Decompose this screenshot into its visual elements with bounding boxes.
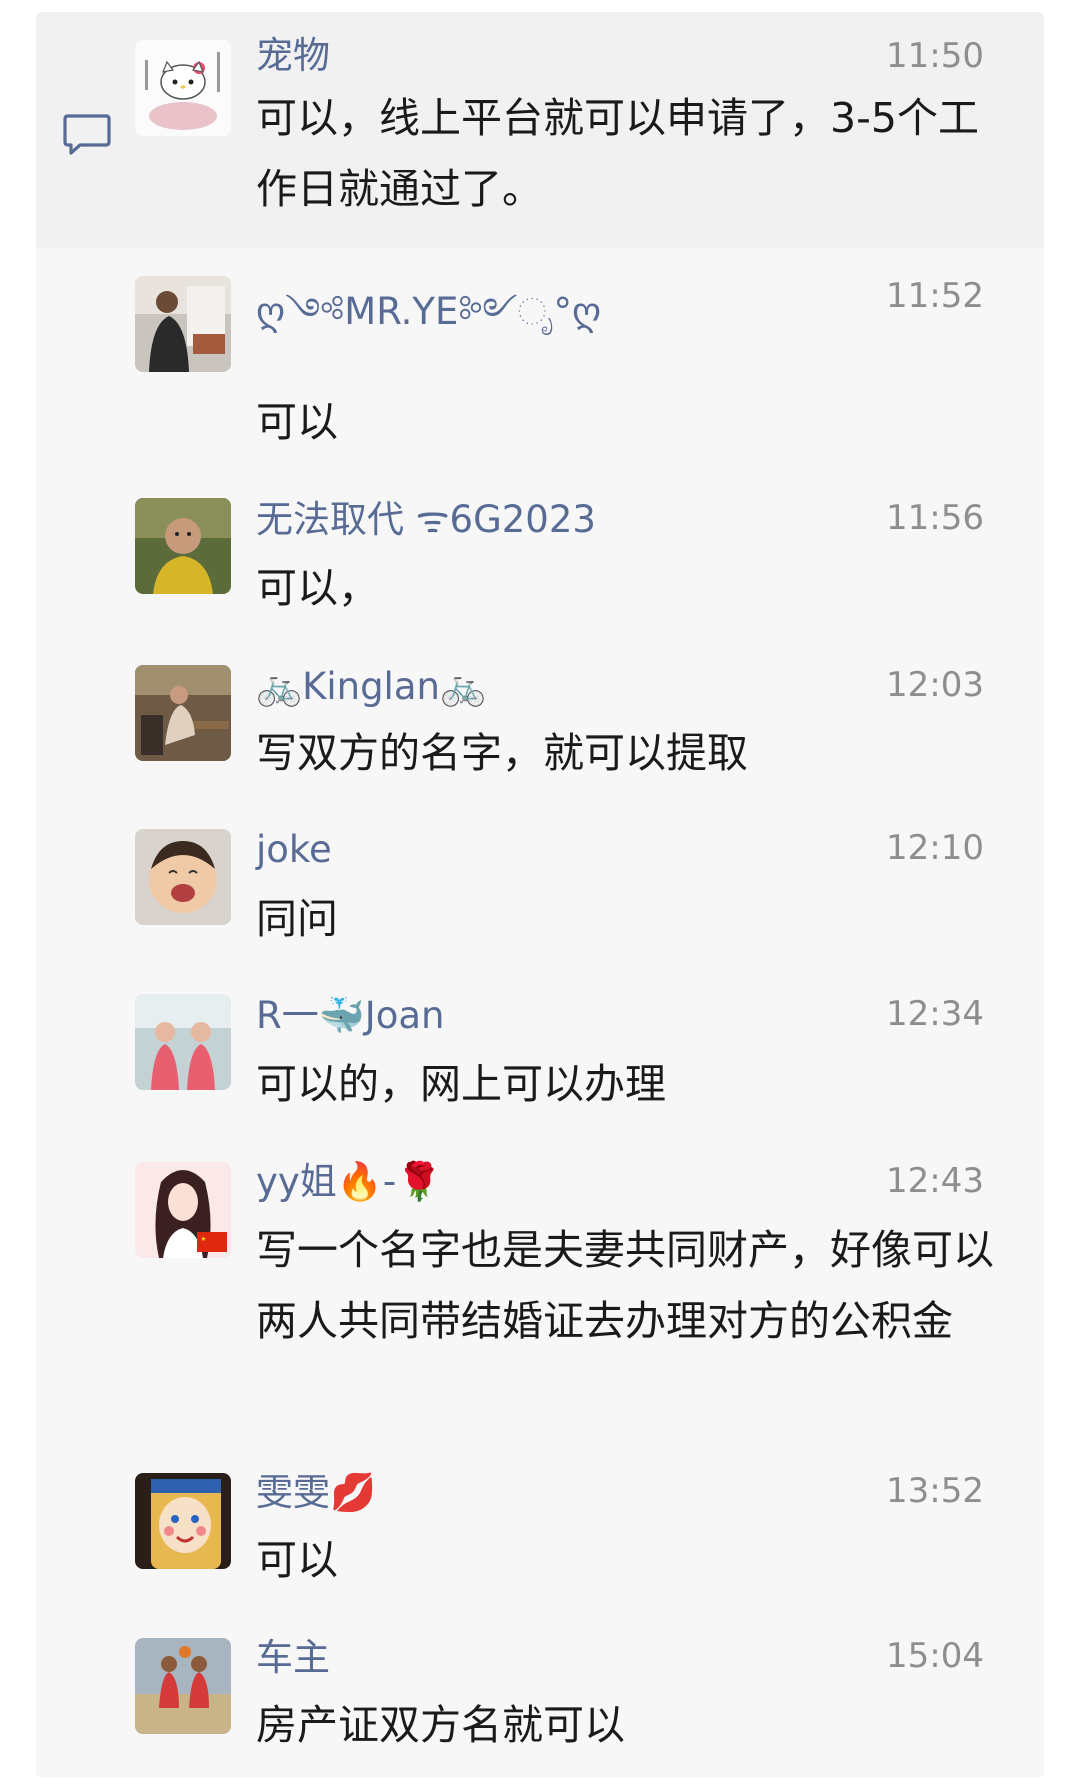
timestamp: 11:56 — [886, 498, 984, 538]
avatar[interactable] — [135, 498, 231, 594]
avatar[interactable] — [135, 40, 231, 136]
timestamp: 11:50 — [886, 36, 984, 76]
comment-text: 写双方的名字，就可以提取 — [256, 729, 748, 777]
avatar[interactable] — [135, 1638, 231, 1734]
comment-text: 可以， — [256, 564, 379, 612]
timestamp: 12:03 — [886, 665, 984, 705]
sender-name[interactable]: 无法取代 ᯤ6G2023 — [256, 498, 596, 542]
sender-name[interactable]: 🚲Kinglan🚲 — [256, 665, 486, 709]
sender-name[interactable]: yy姐🔥-🌹 — [256, 1160, 442, 1204]
comment-text: 可以 — [256, 398, 338, 446]
sender-name[interactable]: 雯雯💋 — [256, 1471, 376, 1515]
comment-text: 可以 — [256, 1536, 338, 1584]
avatar[interactable] — [135, 994, 231, 1090]
avatar[interactable] — [135, 276, 231, 372]
sender-name[interactable]: 宠物 — [256, 34, 330, 78]
avatar[interactable] — [135, 1162, 231, 1258]
avatar[interactable] — [135, 1473, 231, 1569]
avatar[interactable] — [135, 665, 231, 761]
timestamp: 12:43 — [886, 1161, 984, 1201]
avatar[interactable] — [135, 829, 231, 925]
comment-icon[interactable] — [62, 112, 112, 158]
sender-name[interactable]: 车主 — [256, 1636, 330, 1680]
timestamp: 15:04 — [886, 1636, 984, 1676]
timestamp: 11:52 — [886, 276, 984, 316]
timestamp: 13:52 — [886, 1471, 984, 1511]
sender-name[interactable]: R一🐳Joan — [256, 994, 444, 1038]
comment-text: 可以，线上平台就可以申请了，3-5个工作日就通过了。 — [256, 94, 979, 213]
sender-name[interactable]: joke — [256, 828, 332, 872]
comment-text: 可以的，网上可以办理 — [256, 1060, 666, 1108]
comment-text: 房产证双方名就可以 — [256, 1701, 625, 1749]
timestamp: 12:34 — [886, 994, 984, 1034]
sender-name[interactable]: ღ༺MR.YE༻ೃ°ღ — [256, 290, 601, 334]
comment-text: 同问 — [256, 895, 338, 943]
timestamp: 12:10 — [886, 828, 984, 868]
comment-text: 写一个名字也是夫妻共同财产，好像可以两人共同带结婚证去办理对方的公积金 — [256, 1226, 994, 1345]
